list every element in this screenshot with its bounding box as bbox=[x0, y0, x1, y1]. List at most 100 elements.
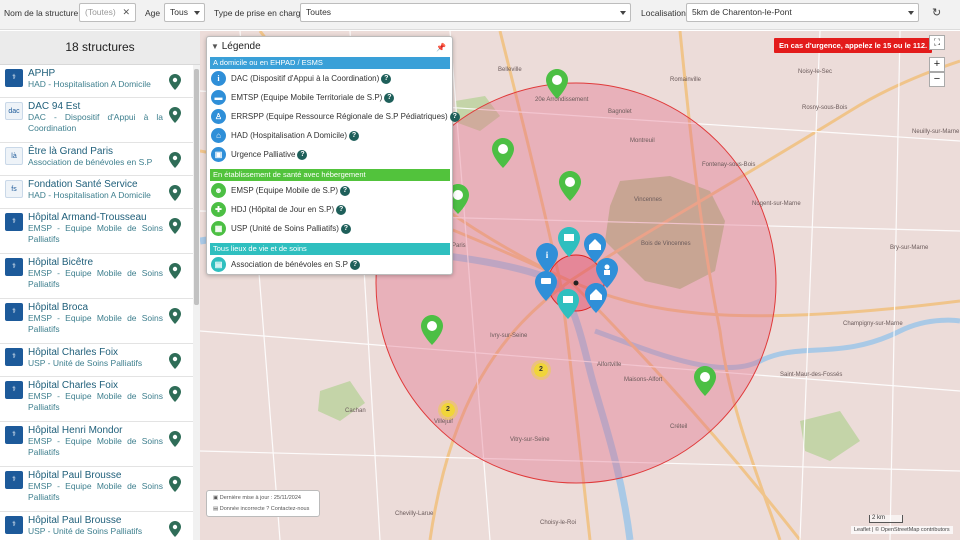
legend-section-home: A domicile ou en EHPAD / ESMS bbox=[210, 57, 450, 69]
help-icon[interactable]: ? bbox=[449, 111, 460, 122]
clear-icon[interactable]: ✕ bbox=[122, 4, 130, 21]
hospital-logo-icon: ⚕ bbox=[5, 348, 23, 366]
type-select[interactable]: Toutes bbox=[300, 3, 631, 22]
map-pin-icon[interactable] bbox=[169, 107, 181, 123]
list-item[interactable]: ⚕ Hôpital Paul Brousse EMSP - Equipe Mobil… bbox=[0, 467, 193, 512]
structures-list: ⚕ APHP HAD - Hospitalisation A Domicile da… bbox=[0, 65, 193, 540]
legend-label: Association de bénévoles en S.P bbox=[231, 260, 348, 269]
list-item[interactable]: ⚕ Hôpital Armand-Trousseau EMSP - Equipe M… bbox=[0, 209, 193, 254]
scrollbar-thumb[interactable] bbox=[194, 69, 199, 305]
type-filter-label: Type de prise en charge bbox=[214, 8, 306, 18]
type-select-value: Toutes bbox=[306, 7, 332, 17]
hospital-icon: ▦ bbox=[211, 221, 226, 236]
chevron-down-icon bbox=[194, 11, 200, 15]
emergency-banner: En cas d'urgence, appelez le 15 ou le 11… bbox=[774, 38, 933, 53]
list-item[interactable]: ⚕ Hôpital Henri Mondor EMSP - Equipe Mobil… bbox=[0, 422, 193, 467]
name-filter-input[interactable]: (Toutes) ✕ bbox=[79, 3, 136, 22]
structure-name: Fondation Santé Service bbox=[28, 179, 138, 190]
legend-label: EMTSP (Equipe Mobile Territoriale de S.P… bbox=[231, 93, 383, 102]
sidebar-scrollbar[interactable] bbox=[193, 65, 200, 540]
map-pin-icon[interactable] bbox=[169, 431, 181, 447]
name-filter-label: Nom de la structure bbox=[4, 8, 79, 18]
place-label: Rosny-sous-Bois bbox=[802, 105, 848, 111]
help-icon[interactable]: ? bbox=[297, 149, 308, 160]
help-icon[interactable]: ? bbox=[384, 92, 395, 103]
place-label: 20e Arrondissement bbox=[535, 97, 589, 103]
legend-label: EMSP (Equipe Mobile de S.P) bbox=[231, 186, 339, 195]
place-label: Saint-Maur-des-Fossés bbox=[780, 372, 843, 378]
structure-name: Hôpital Paul Brousse bbox=[28, 515, 122, 526]
marker-cluster[interactable]: 2 bbox=[438, 400, 458, 420]
place-label: Paris bbox=[452, 243, 466, 249]
car-icon: ▣ bbox=[211, 147, 226, 162]
report-link[interactable]: Donnée incorrecte ? Contactez-nous bbox=[220, 506, 310, 512]
map-pin-icon[interactable] bbox=[169, 353, 181, 369]
place-label: Vitry-sur-Seine bbox=[510, 437, 550, 443]
hospital-logo-icon: ⚕ bbox=[5, 426, 23, 444]
place-label: Montreuil bbox=[630, 138, 655, 144]
structure-name: APHP bbox=[28, 68, 56, 79]
legend-label: USP (Unité de Soins Palliatifs) bbox=[231, 224, 339, 233]
list-item[interactable]: ⚕ Hôpital Broca EMSP - Equipe Mobile de So… bbox=[0, 299, 193, 344]
zoom-in-button[interactable]: + bbox=[929, 57, 945, 72]
map-pin-icon[interactable] bbox=[169, 476, 181, 492]
hospital-logo-icon: ⚕ bbox=[5, 471, 23, 489]
list-item[interactable]: ⚕ APHP HAD - Hospitalisation A Domicile bbox=[0, 65, 193, 98]
legend-label: ERRSPP (Equipe Ressource Régionale de S.… bbox=[231, 112, 448, 121]
legend-section-all: Tous lieux de vie et de soins bbox=[210, 243, 450, 255]
structure-name: Hôpital Broca bbox=[28, 302, 89, 313]
structure-type: HAD - Hospitalisation A Domicile bbox=[28, 190, 151, 200]
place-label: Nogent-sur-Marne bbox=[752, 201, 801, 207]
structure-name: Hôpital Charles Foix bbox=[28, 347, 119, 358]
map-pin-icon[interactable] bbox=[169, 263, 181, 279]
comment-icon: ▤ bbox=[213, 506, 219, 512]
location-select[interactable]: 5km de Charenton-le-Pont bbox=[686, 3, 919, 22]
map-view[interactable]: i Belleville 20e Arrondissement Romainvi… bbox=[200, 31, 960, 540]
help-icon[interactable]: ? bbox=[336, 204, 347, 215]
zoom-out-button[interactable]: − bbox=[929, 72, 945, 87]
hospital-logo-icon: ⚕ bbox=[5, 381, 23, 399]
place-label: Ivry-sur-Seine bbox=[490, 333, 528, 339]
map-pin-icon[interactable] bbox=[169, 152, 181, 168]
map-pin-icon[interactable] bbox=[169, 185, 181, 201]
list-item[interactable]: ⚕ Hôpital Paul Brousse USP - Unité de Soin… bbox=[0, 512, 193, 540]
marker-cluster[interactable]: 2 bbox=[531, 360, 551, 380]
refresh-icon[interactable]: ↻ bbox=[932, 6, 941, 19]
help-icon[interactable]: ? bbox=[381, 73, 392, 84]
list-item[interactable]: là Être là Grand Paris Association de béné… bbox=[0, 143, 193, 176]
list-item[interactable]: ⚕ Hôpital Charles Foix USP - Unité de Soin… bbox=[0, 344, 193, 377]
pin-icon[interactable]: 📌 bbox=[436, 43, 446, 52]
structure-type: Association de bénévoles en S.P bbox=[28, 157, 153, 167]
map-attribution[interactable]: Leaflet | © OpenStreetMap contributors bbox=[851, 526, 953, 534]
help-icon[interactable]: ? bbox=[349, 130, 360, 141]
legend-label: DAC (Dispositif d'Appui à la Coordinatio… bbox=[231, 74, 380, 83]
map-pin-icon[interactable] bbox=[169, 308, 181, 324]
list-item[interactable]: fs Fondation Santé Service HAD - Hospitali… bbox=[0, 176, 193, 209]
map-pin-icon[interactable] bbox=[169, 386, 181, 402]
legend-header[interactable]: ▼ Légende bbox=[211, 41, 261, 52]
help-icon[interactable]: ? bbox=[340, 185, 351, 196]
caret-down-icon[interactable]: ▼ bbox=[211, 42, 219, 51]
help-icon[interactable]: ? bbox=[349, 259, 360, 270]
place-label: Champigny-sur-Marne bbox=[843, 321, 903, 327]
legend-label: HDJ (Hôpital de Jour en S.P) bbox=[231, 205, 335, 214]
age-select[interactable]: Tous bbox=[164, 3, 205, 22]
hospital-logo-icon: ⚕ bbox=[5, 69, 23, 87]
chevron-down-icon bbox=[908, 11, 914, 15]
fullscreen-icon[interactable]: ⛶ bbox=[929, 35, 945, 50]
name-filter-placeholder: (Toutes) bbox=[85, 7, 116, 17]
structure-type: USP - Unité de Soins Palliatifs bbox=[28, 526, 143, 536]
list-item[interactable]: ⚕ Hôpital Bicêtre EMSP - Equipe Mobile de … bbox=[0, 254, 193, 299]
help-icon[interactable]: ? bbox=[340, 223, 351, 234]
structure-type: EMSP - Equipe Mobile de Soins Palliatifs bbox=[28, 481, 163, 503]
map-pin-icon[interactable] bbox=[169, 521, 181, 537]
list-item[interactable]: dac DAC 94 Est DAC - Dispositif d'Appui à … bbox=[0, 98, 193, 143]
map-pin-icon[interactable] bbox=[169, 74, 181, 90]
structure-type: EMSP - Equipe Mobile de Soins Palliatifs bbox=[28, 313, 163, 335]
list-item[interactable]: ⚕ Hôpital Charles Foix EMSP - Equipe Mobil… bbox=[0, 377, 193, 422]
filter-bar: Nom de la structure (Toutes) ✕ Age Tous … bbox=[0, 0, 960, 30]
map-pin-icon[interactable] bbox=[169, 218, 181, 234]
structure-name: Hôpital Paul Brousse bbox=[28, 470, 122, 481]
structure-name: DAC 94 Est bbox=[28, 101, 81, 112]
place-label: Vincennes bbox=[634, 197, 662, 203]
